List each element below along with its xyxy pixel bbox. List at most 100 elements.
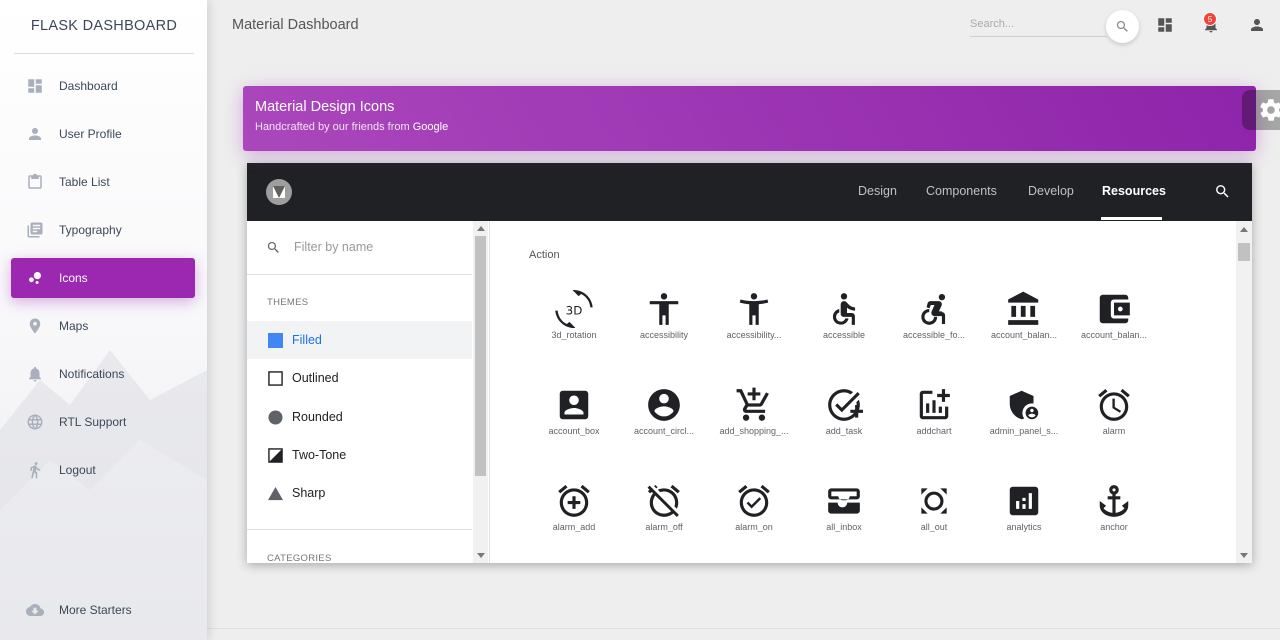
gear-icon (1260, 99, 1280, 121)
material-search-button[interactable] (1214, 183, 1231, 200)
scroll-up-arrow[interactable] (1240, 227, 1248, 232)
material-nav-components[interactable]: Components (926, 184, 997, 198)
sidebar-item-label: RTL Support (59, 415, 127, 429)
divider (247, 529, 472, 530)
alarm-on-icon (738, 484, 770, 517)
icon-tile[interactable]: alarm_add (529, 479, 619, 559)
account-circle-icon (648, 389, 680, 421)
theme-label: Sharp (292, 486, 326, 500)
icon-tile[interactable]: add_shopping_... (709, 383, 799, 463)
google-link[interactable]: Google (413, 121, 448, 133)
sidebar-item-table-list[interactable]: Table List (11, 162, 195, 202)
card-title: Material Design Icons (255, 99, 395, 115)
active-nav-underline (1101, 217, 1162, 220)
icon-tile[interactable]: accessible_fo... (889, 287, 979, 367)
icon-tile[interactable]: account_box (529, 383, 619, 463)
sidebar-item-label: User Profile (59, 127, 122, 141)
card-subtitle-text: Handcrafted by our friends from (255, 121, 413, 133)
sidebar-item-rtl-support[interactable]: RTL Support (11, 402, 195, 442)
icon-tile[interactable]: accessible (799, 287, 889, 367)
sidebar-item-icons[interactable]: Icons (11, 258, 195, 298)
sidebar-item-logout[interactable]: Logout (11, 450, 195, 490)
side-panel-scrollbar[interactable] (473, 221, 488, 563)
sidebar-item-maps[interactable]: Maps (11, 306, 195, 346)
icon-label: accessibility... (726, 330, 782, 340)
icon-tile[interactable]: account_balan... (1069, 287, 1159, 367)
icon-tile[interactable]: accessibility... (709, 287, 799, 367)
icon-label: all_out (920, 522, 948, 532)
sidebar-bottom: More Starters (11, 590, 195, 638)
icon-tile[interactable]: 3D 3d_rotation (529, 287, 619, 367)
bubble-chart-icon (25, 268, 45, 288)
search-icon (1216, 185, 1229, 198)
material-nav-resources[interactable]: Resources (1102, 184, 1166, 198)
accessibility-icon (649, 293, 679, 325)
top-navbar: Material Dashboard 5 (207, 0, 1280, 52)
icon-tile[interactable]: account_balan... (979, 287, 1069, 367)
settings-plugin-toggle[interactable] (1242, 90, 1280, 130)
sidebar-item-more-starters[interactable]: More Starters (11, 590, 195, 630)
dashboard-icon (1158, 18, 1172, 32)
theme-label: Filled (292, 333, 322, 347)
icon-tile[interactable]: analytics (979, 479, 1069, 559)
icon-tile[interactable]: alarm (1069, 383, 1159, 463)
icon-tile[interactable]: account_circl... (619, 383, 709, 463)
sidebar-item-notifications[interactable]: Notifications (11, 354, 195, 394)
brand-title[interactable]: FLASK DASHBOARD (14, 0, 194, 54)
sidebar-item-label: Table List (59, 175, 110, 189)
icon-label: alarm_off (645, 522, 683, 532)
icon-grid-scrollbar[interactable] (1236, 221, 1252, 563)
theme-filled[interactable]: Filled (247, 321, 472, 359)
theme-sharp[interactable]: Sharp (247, 474, 472, 512)
dashboard-button[interactable] (1156, 16, 1174, 34)
sidebar-item-label: Typography (59, 223, 122, 237)
scroll-down-arrow[interactable] (477, 553, 485, 558)
alarm-icon (1098, 388, 1130, 421)
theme-rounded[interactable]: Rounded (247, 398, 472, 436)
search-button[interactable] (1106, 10, 1139, 43)
filter-box (247, 221, 472, 275)
icon-tile[interactable]: alarm_on (709, 479, 799, 559)
icon-label: accessibility (639, 330, 688, 340)
icon-tile[interactable]: add_task (799, 383, 889, 463)
scroll-down-arrow[interactable] (1240, 553, 1248, 558)
icon-label: admin_panel_s... (989, 426, 1059, 436)
icon-tile[interactable]: all_inbox (799, 479, 889, 559)
footer-divider (207, 628, 1280, 629)
sidebar: FLASK DASHBOARD Dashboard User Profile T… (0, 0, 207, 640)
icon-label: account_balan... (990, 330, 1058, 340)
material-logo[interactable] (266, 179, 292, 205)
theme-label: Two-Tone (292, 448, 347, 462)
search-input[interactable] (970, 18, 1100, 30)
icon-tile[interactable]: admin_panel_s... (979, 383, 1069, 463)
section-heading: Action (529, 249, 560, 261)
scrollbar-thumb[interactable] (475, 236, 486, 476)
sidebar-item-label: Maps (59, 319, 89, 333)
icon-tile[interactable]: all_out (889, 479, 979, 559)
search-icon (267, 241, 279, 253)
theme-two-tone[interactable]: Two-Tone (247, 436, 472, 474)
icon-tile[interactable]: addchart (889, 383, 979, 463)
material-nav-develop[interactable]: Develop (1028, 184, 1074, 198)
scroll-up-arrow[interactable] (477, 226, 485, 231)
theme-outlined[interactable]: Outlined (247, 359, 472, 397)
sidebar-item-user-profile[interactable]: User Profile (11, 114, 195, 154)
icon-label: add_task (825, 426, 863, 436)
icon-tile[interactable]: anchor (1069, 479, 1159, 559)
icon-label: account_balan... (1080, 330, 1148, 340)
sidebar-item-typography[interactable]: Typography (11, 210, 195, 250)
person-icon (1251, 19, 1263, 31)
icon-tile[interactable]: alarm_off (619, 479, 709, 559)
sidebar-item-dashboard[interactable]: Dashboard (11, 66, 195, 106)
themes-heading: THEMES (267, 297, 309, 308)
all-out-icon (921, 488, 947, 514)
icon-tile[interactable]: accessibility (619, 287, 709, 367)
material-nav-design[interactable]: Design (858, 184, 897, 198)
scrollbar-thumb[interactable] (1238, 243, 1250, 261)
icon-label: 3d_rotation (551, 330, 597, 340)
material-icons-iframe: Design Components Develop Resources THEM… (247, 163, 1252, 563)
page-title[interactable]: Material Dashboard (232, 17, 359, 33)
filter-input[interactable] (294, 240, 454, 254)
user-account-button[interactable] (1248, 16, 1266, 34)
two-tone-square-icon (268, 447, 283, 463)
